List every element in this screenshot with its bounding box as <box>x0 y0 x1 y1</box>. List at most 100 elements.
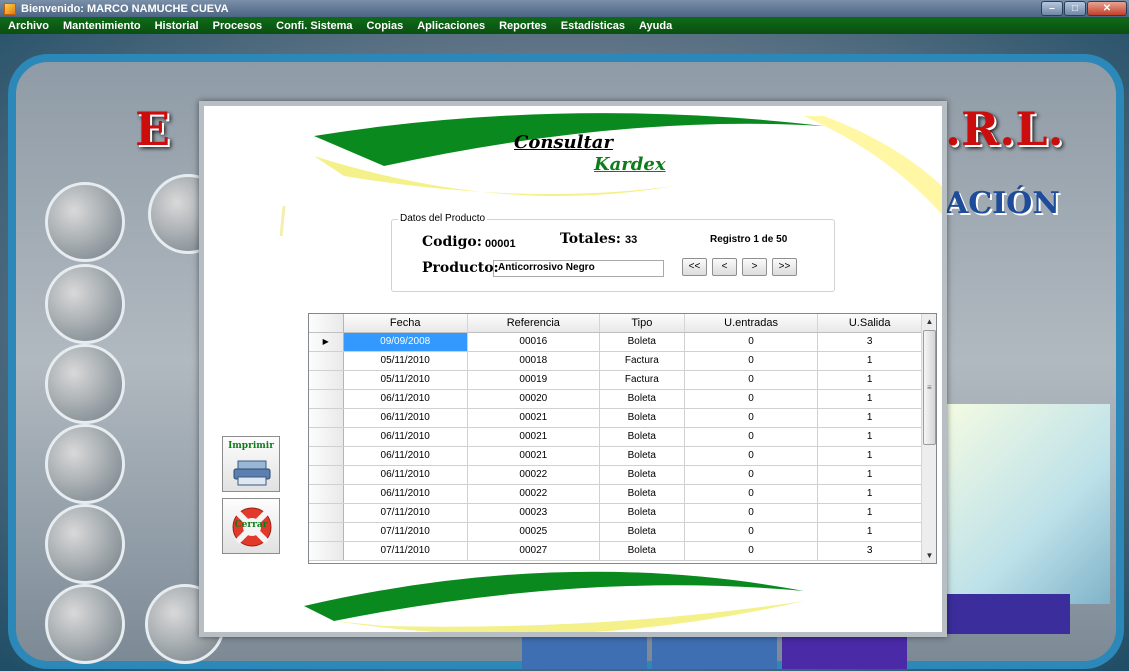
row-header[interactable] <box>309 370 344 390</box>
cell-fecha[interactable]: 06/11/2010 <box>343 408 468 428</box>
next-record-button[interactable]: > <box>742 258 767 276</box>
column-header-referencia[interactable]: Referencia <box>467 314 600 333</box>
table-row[interactable]: 06/11/2010 00021 Boleta 0 1 <box>309 408 922 428</box>
menu-archivo[interactable]: Archivo <box>8 20 49 32</box>
cell-referencia[interactable]: 00027 <box>467 541 600 561</box>
cell-uentradas[interactable]: 0 <box>684 427 819 447</box>
cell-fecha[interactable]: 07/11/2010 <box>343 503 468 523</box>
table-row[interactable]: 07/11/2010 00025 Boleta 0 1 <box>309 522 922 542</box>
minimize-button[interactable]: – <box>1041 1 1063 16</box>
row-header[interactable] <box>309 484 344 504</box>
first-record-button[interactable]: << <box>682 258 707 276</box>
close-button[interactable]: ✕ <box>1087 1 1127 16</box>
cell-usalida[interactable]: 1 <box>817 503 922 523</box>
column-header-uentradas[interactable]: U.entradas <box>684 314 819 333</box>
cell-fecha[interactable]: 09/09/2008 <box>343 332 468 352</box>
table-row[interactable]: 07/11/2010 00023 Boleta 0 1 <box>309 503 922 523</box>
row-header[interactable] <box>309 446 344 466</box>
table-row[interactable]: 05/11/2010 00019 Factura 0 1 <box>309 370 922 390</box>
last-record-button[interactable]: >> <box>772 258 797 276</box>
cell-fecha[interactable]: 06/11/2010 <box>343 465 468 485</box>
menu-aplicaciones[interactable]: Aplicaciones <box>417 20 485 32</box>
cell-tipo[interactable]: Boleta <box>599 408 685 428</box>
menu-estadisticas[interactable]: Estadísticas <box>561 20 625 32</box>
table-row[interactable]: 06/11/2010 00021 Boleta 0 1 <box>309 427 922 447</box>
scroll-up-arrow-icon[interactable]: ▲ <box>922 314 936 329</box>
cell-uentradas[interactable]: 0 <box>684 484 819 504</box>
row-header[interactable] <box>309 408 344 428</box>
cell-tipo[interactable]: Boleta <box>599 522 685 542</box>
table-row[interactable]: ▶ 09/09/2008 00016 Boleta 0 3 <box>309 332 922 352</box>
cell-tipo[interactable]: Boleta <box>599 389 685 409</box>
column-header-tipo[interactable]: Tipo <box>599 314 685 333</box>
cell-uentradas[interactable]: 0 <box>684 522 819 542</box>
cell-fecha[interactable]: 05/11/2010 <box>343 370 468 390</box>
column-header-fecha[interactable]: Fecha <box>343 314 468 333</box>
cell-usalida[interactable]: 1 <box>817 370 922 390</box>
cell-referencia[interactable]: 00020 <box>467 389 600 409</box>
cell-referencia[interactable]: 00021 <box>467 446 600 466</box>
row-header[interactable] <box>309 522 344 542</box>
cell-tipo[interactable]: Boleta <box>599 465 685 485</box>
cell-tipo[interactable]: Boleta <box>599 332 685 352</box>
cell-tipo[interactable]: Boleta <box>599 484 685 504</box>
table-row[interactable]: 05/11/2010 00018 Factura 0 1 <box>309 351 922 371</box>
row-header[interactable] <box>309 503 344 523</box>
cell-uentradas[interactable]: 0 <box>684 408 819 428</box>
row-header[interactable] <box>309 351 344 371</box>
table-row[interactable]: 06/11/2010 00020 Boleta 0 1 <box>309 389 922 409</box>
cell-fecha[interactable]: 07/11/2010 <box>343 541 468 561</box>
cell-referencia[interactable]: 00019 <box>467 370 600 390</box>
table-row[interactable]: 06/11/2010 00021 Boleta 0 1 <box>309 446 922 466</box>
kardex-grid[interactable]: Fecha Referencia Tipo U.entradas U.Salid… <box>308 313 937 564</box>
cell-uentradas[interactable]: 0 <box>684 389 819 409</box>
menu-ayuda[interactable]: Ayuda <box>639 20 672 32</box>
menu-historial[interactable]: Historial <box>155 20 199 32</box>
row-header[interactable] <box>309 427 344 447</box>
cell-fecha[interactable]: 07/11/2010 <box>343 522 468 542</box>
row-header[interactable] <box>309 465 344 485</box>
previous-record-button[interactable]: < <box>712 258 737 276</box>
maximize-button[interactable]: □ <box>1064 1 1086 16</box>
cell-uentradas[interactable]: 0 <box>684 351 819 371</box>
cell-usalida[interactable]: 1 <box>817 389 922 409</box>
cell-usalida[interactable]: 1 <box>817 446 922 466</box>
cell-usalida[interactable]: 1 <box>817 522 922 542</box>
producto-field[interactable]: Anticorrosivo Negro <box>493 260 664 277</box>
cell-fecha[interactable]: 06/11/2010 <box>343 484 468 504</box>
cell-uentradas[interactable]: 0 <box>684 446 819 466</box>
cell-referencia[interactable]: 00021 <box>467 427 600 447</box>
cell-uentradas[interactable]: 0 <box>684 332 819 352</box>
cell-tipo[interactable]: Boleta <box>599 446 685 466</box>
grid-vertical-scrollbar[interactable]: ▲ ≡ ▼ <box>921 314 936 563</box>
scrollbar-thumb[interactable]: ≡ <box>923 330 936 445</box>
cell-tipo[interactable]: Boleta <box>599 503 685 523</box>
cell-usalida[interactable]: 3 <box>817 541 922 561</box>
cell-referencia[interactable]: 00016 <box>467 332 600 352</box>
cell-uentradas[interactable]: 0 <box>684 503 819 523</box>
cell-referencia[interactable]: 00021 <box>467 408 600 428</box>
table-row[interactable]: 06/11/2010 00022 Boleta 0 1 <box>309 484 922 504</box>
cell-fecha[interactable]: 06/11/2010 <box>343 389 468 409</box>
menu-mantenimiento[interactable]: Mantenimiento <box>63 20 141 32</box>
cell-uentradas[interactable]: 0 <box>684 370 819 390</box>
cell-tipo[interactable]: Factura <box>599 351 685 371</box>
row-header[interactable] <box>309 541 344 561</box>
cell-tipo[interactable]: Boleta <box>599 427 685 447</box>
cell-referencia[interactable]: 00025 <box>467 522 600 542</box>
cell-fecha[interactable]: 06/11/2010 <box>343 446 468 466</box>
cell-usalida[interactable]: 1 <box>817 427 922 447</box>
cell-uentradas[interactable]: 0 <box>684 541 819 561</box>
table-row[interactable]: 06/11/2010 00022 Boleta 0 1 <box>309 465 922 485</box>
imprimir-button[interactable]: Imprimir <box>222 436 280 492</box>
cell-fecha[interactable]: 05/11/2010 <box>343 351 468 371</box>
menu-copias[interactable]: Copias <box>367 20 404 32</box>
menu-procesos[interactable]: Procesos <box>213 20 263 32</box>
cell-uentradas[interactable]: 0 <box>684 465 819 485</box>
cell-usalida[interactable]: 3 <box>817 332 922 352</box>
cerrar-button[interactable]: Cerrar <box>222 498 280 554</box>
cell-tipo[interactable]: Boleta <box>599 541 685 561</box>
table-row[interactable]: 07/11/2010 00027 Boleta 0 3 <box>309 541 922 561</box>
cell-usalida[interactable]: 1 <box>817 484 922 504</box>
cell-usalida[interactable]: 1 <box>817 465 922 485</box>
